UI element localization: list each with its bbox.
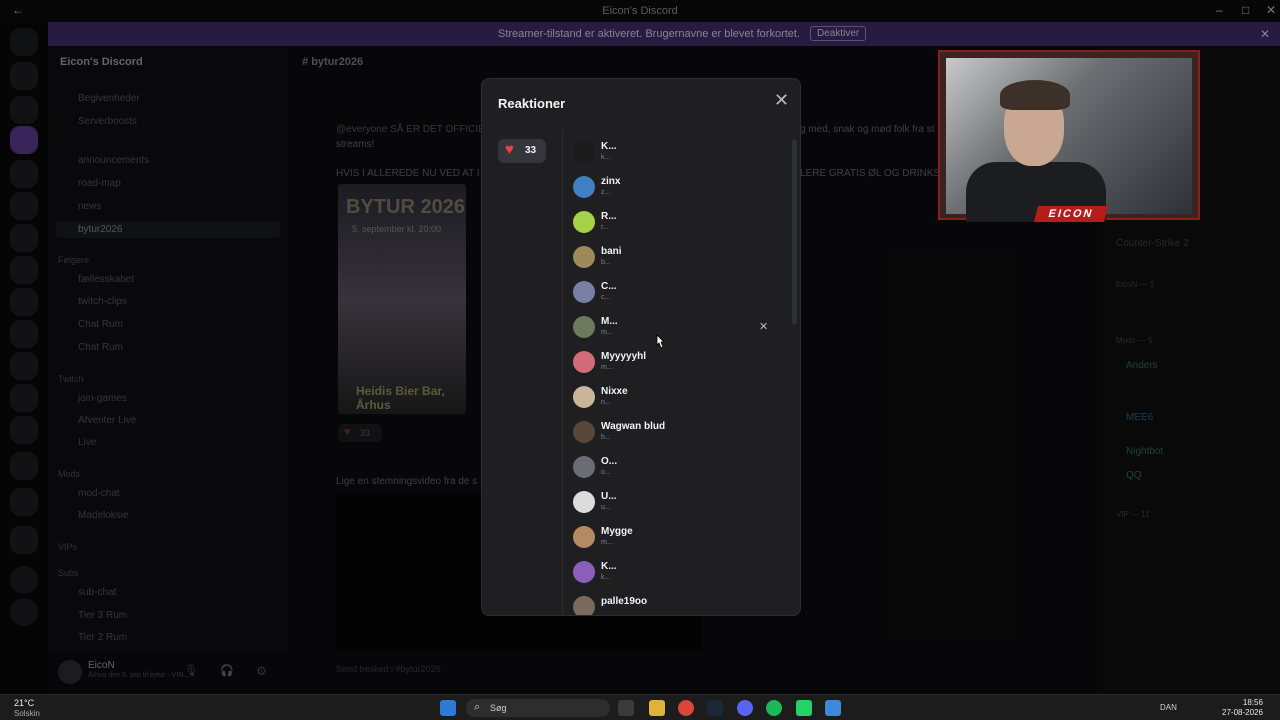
file-explorer-icon[interactable] — [649, 700, 665, 716]
steam-icon[interactable] — [707, 700, 723, 716]
avatar[interactable] — [573, 211, 595, 233]
user-display-name: Wagwan blud — [601, 421, 666, 432]
user-display-name: Mygge — [601, 526, 633, 537]
user-username: o... — [601, 469, 611, 476]
webcam-overlay: EICON — [938, 50, 1200, 222]
reaction-filter-heart[interactable]: ♥ 33 — [498, 139, 546, 163]
windows-start-icon[interactable] — [440, 700, 456, 716]
clock-time: 18:56 — [1242, 698, 1263, 707]
windows-taskbar: 21°C Solskin ⌕ Søg DAN 18:56 27-08-2026 — [0, 694, 1280, 720]
reaction-user-row[interactable]: K... k... — [573, 559, 783, 589]
chrome-icon[interactable] — [678, 700, 694, 716]
whatsapp-icon[interactable] — [796, 700, 812, 716]
reaction-user-row[interactable]: Myyyyyhl m... — [573, 349, 783, 379]
user-username: m... — [601, 539, 613, 546]
reaction-user-row[interactable]: U... u... — [573, 489, 783, 519]
reaction-user-row[interactable]: C... c... — [573, 279, 783, 309]
webcam-tag: EICON — [1033, 206, 1109, 222]
user-display-name: U... — [601, 491, 617, 502]
user-display-name: palle19oo — [601, 596, 648, 607]
user-display-name: M... — [601, 316, 618, 327]
modal-title: Reaktioner — [498, 96, 566, 111]
reaction-user-row[interactable]: R... r... — [573, 209, 783, 239]
close-icon[interactable]: ✕ — [774, 90, 789, 111]
search-label: Søg — [490, 703, 507, 713]
reaction-count: 33 — [525, 145, 537, 156]
reaction-user-row[interactable]: Wagwan blud h... — [573, 419, 783, 449]
heart-icon: ♥ — [505, 141, 514, 158]
avatar[interactable] — [573, 456, 595, 478]
avatar[interactable] — [573, 246, 595, 268]
close-icon[interactable]: ✕ — [759, 320, 768, 333]
avatar[interactable] — [573, 561, 595, 583]
user-display-name: zinx — [601, 176, 621, 187]
scrollbar[interactable] — [792, 139, 797, 325]
user-username: b... — [601, 259, 611, 266]
language-indicator[interactable]: DAN — [1160, 703, 1177, 712]
user-username: u... — [601, 504, 611, 511]
mouse-cursor-icon — [656, 334, 665, 349]
reaction-user-row[interactable]: Mygge m... — [573, 524, 783, 554]
user-username: c... — [601, 294, 611, 301]
person-hair — [1000, 80, 1070, 110]
reaction-user-row[interactable]: O... o... — [573, 454, 783, 484]
avatar[interactable] — [573, 386, 595, 408]
reactions-modal: Reaktioner ✕ ♥ 33 K... k... zinx z... R... r.… — [481, 78, 801, 616]
weather-desc: Solskin — [14, 709, 40, 718]
clock-date: 27-08-2026 — [1222, 708, 1263, 717]
user-username: k... — [601, 574, 611, 581]
task-view-icon[interactable] — [618, 700, 634, 716]
user-username: m... — [601, 364, 613, 371]
avatar[interactable] — [573, 491, 595, 513]
user-username: z... — [601, 189, 611, 196]
user-username: n... — [601, 399, 611, 406]
weather-widget[interactable]: 21°C Solskin — [14, 698, 40, 718]
search-icon: ⌕ — [474, 701, 481, 713]
reaction-user-row[interactable]: zinx z... — [573, 174, 783, 204]
discord-icon[interactable] — [737, 700, 753, 716]
user-display-name: Nixxe — [601, 386, 628, 397]
reaction-user-row[interactable]: M... m... ✕ — [573, 314, 783, 344]
avatar[interactable] — [573, 176, 595, 198]
webcam-video — [946, 58, 1192, 222]
user-display-name: K... — [601, 141, 617, 152]
spotify-icon[interactable] — [766, 700, 782, 716]
avatar[interactable] — [573, 596, 595, 615]
user-display-name: Myyyyyhl — [601, 351, 647, 362]
user-display-name: C... — [601, 281, 617, 292]
avatar[interactable] — [573, 141, 595, 163]
clock[interactable]: 18:56 27-08-2026 — [1222, 698, 1263, 718]
search-input[interactable]: ⌕ Søg — [466, 699, 610, 717]
reaction-user-row[interactable]: Nixxe n... — [573, 384, 783, 414]
user-display-name: O... — [601, 456, 618, 467]
avatar[interactable] — [573, 526, 595, 548]
user-username: r... — [601, 224, 609, 231]
user-username: m... — [601, 329, 613, 336]
user-username: k... — [601, 154, 611, 161]
user-display-name: bani — [601, 246, 622, 257]
avatar[interactable] — [573, 281, 595, 303]
user-username: h... — [601, 434, 611, 441]
reaction-user-row[interactable]: palle19oo — [573, 594, 783, 615]
reaction-user-list: K... k... zinx z... R... r... bani b... C... c...… — [562, 129, 800, 615]
user-display-name: R... — [601, 211, 617, 222]
notepad-icon[interactable] — [825, 700, 841, 716]
avatar[interactable] — [573, 421, 595, 443]
avatar[interactable] — [573, 351, 595, 373]
reaction-user-row[interactable]: K... k... — [573, 139, 783, 169]
avatar[interactable] — [573, 316, 595, 338]
weather-temp: 21°C — [14, 698, 35, 708]
user-display-name: K... — [601, 561, 617, 572]
reaction-user-row[interactable]: bani b... — [573, 244, 783, 274]
